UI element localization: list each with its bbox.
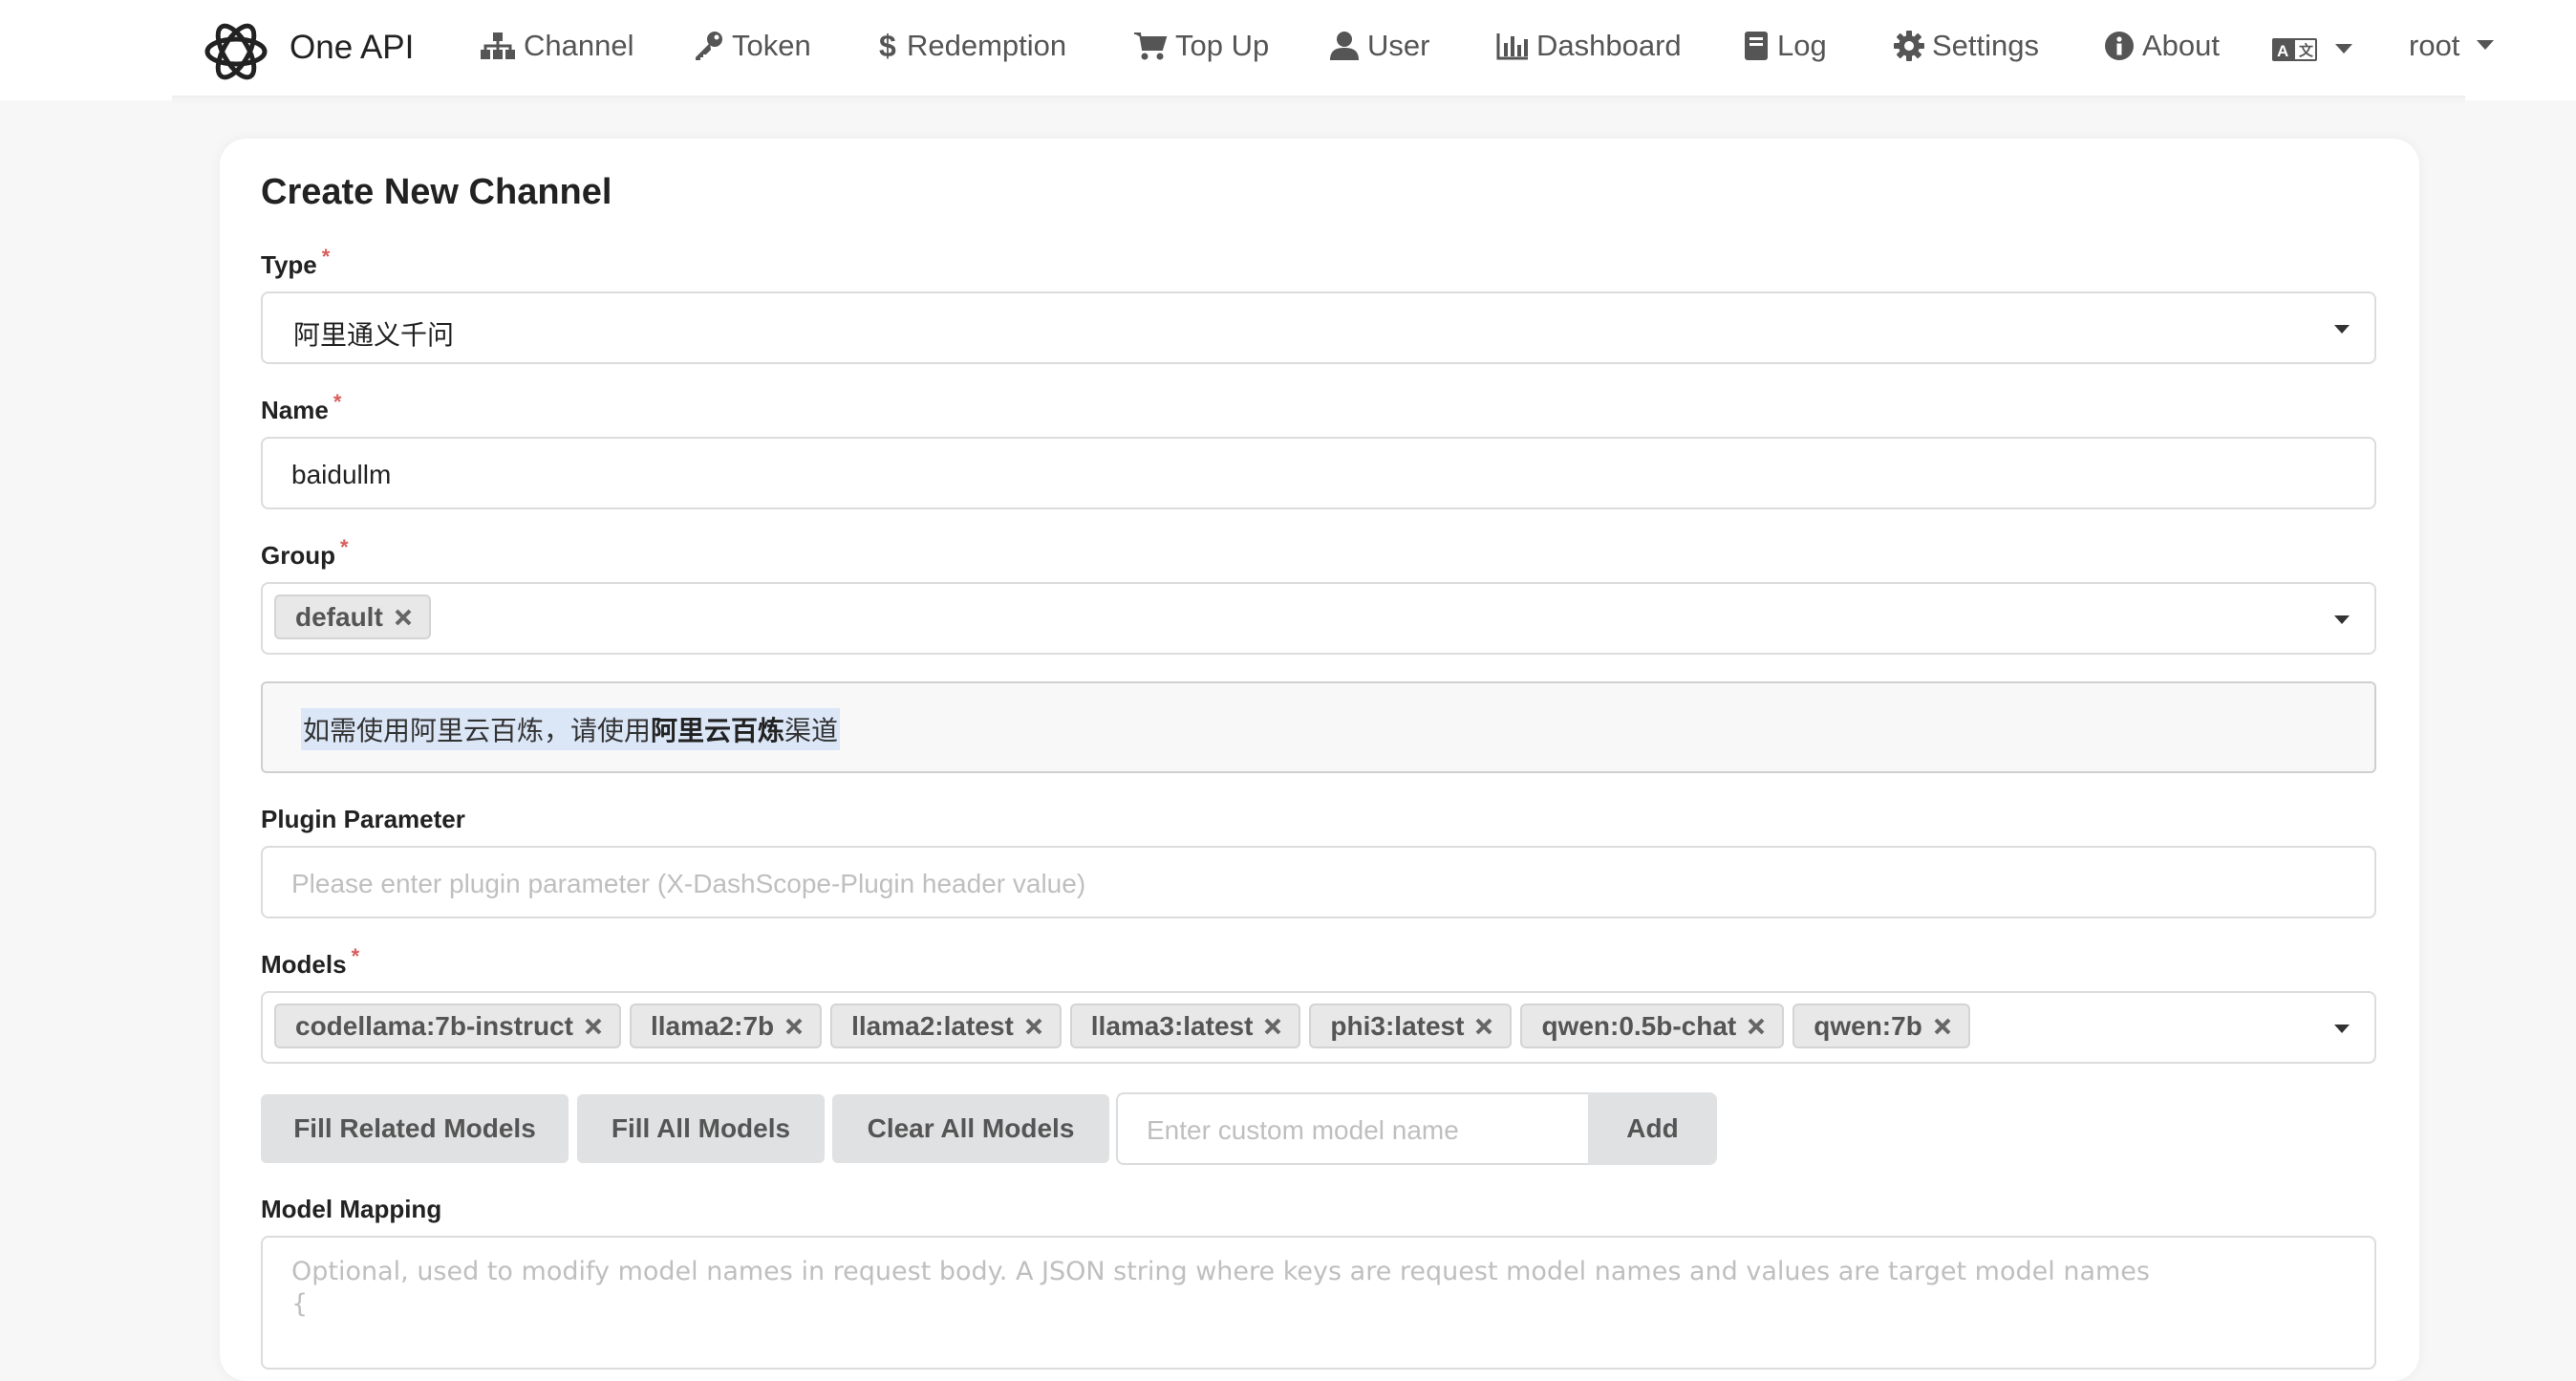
model-mapping-textarea[interactable]: Optional, used to modify model names in … xyxy=(261,1236,2376,1370)
model-chip[interactable]: llama2:7b xyxy=(629,1003,823,1048)
model-chip[interactable]: llama3:latest xyxy=(1069,1003,1301,1048)
chevron-down-icon xyxy=(2477,40,2495,50)
plugin-label: Plugin Parameter xyxy=(261,805,465,833)
svg-text:文: 文 xyxy=(2299,42,2314,59)
type-value: 阿里通义千问 xyxy=(293,320,455,350)
custom-model-placeholder: Enter custom model name xyxy=(1147,1115,1459,1145)
clear-all-models-button[interactable]: Clear All Models xyxy=(832,1094,1109,1163)
dollar-icon: $ xyxy=(879,30,896,62)
close-icon[interactable] xyxy=(1264,1018,1281,1035)
mapping-placeholder-line: Optional, used to modify model names in … xyxy=(291,1257,2150,1286)
name-value: baidullm xyxy=(291,460,392,489)
language-dropdown[interactable]: A 文 xyxy=(2272,36,2352,63)
fill-all-models-button[interactable]: Fill All Models xyxy=(577,1094,825,1163)
close-icon[interactable] xyxy=(785,1018,803,1035)
group-label: Group * xyxy=(261,535,349,570)
key-icon xyxy=(696,32,722,60)
nav-about[interactable]: About xyxy=(2104,29,2220,63)
model-mapping-label: Model Mapping xyxy=(261,1195,442,1223)
nav-label: Redemption xyxy=(907,29,1067,62)
models-select[interactable]: codellama:7b-instruct llama2:7b llama2:l… xyxy=(261,991,2376,1064)
model-chip[interactable]: qwen:7b xyxy=(1792,1003,1970,1048)
nav-label: Log xyxy=(1777,29,1827,62)
gear-icon xyxy=(1894,31,1924,61)
custom-model-input[interactable]: Enter custom model name xyxy=(1116,1092,1588,1165)
model-chip[interactable]: codellama:7b-instruct xyxy=(274,1003,621,1048)
fill-related-models-button[interactable]: Fill Related Models xyxy=(261,1094,569,1163)
sitemap-icon xyxy=(481,32,515,59)
info-icon xyxy=(2105,32,2134,60)
model-chip[interactable]: phi3:latest xyxy=(1309,1003,1513,1048)
nav-label: Settings xyxy=(1932,29,2040,62)
nav-settings[interactable]: Settings xyxy=(1894,29,2039,63)
bar-chart-icon xyxy=(1496,33,1528,60)
top-navbar: One API Channel Token $ Redemption Top U… xyxy=(0,0,2576,100)
nav-topup[interactable]: Top Up xyxy=(1133,29,1269,63)
nav-label: Dashboard xyxy=(1536,29,1682,62)
close-icon[interactable] xyxy=(1748,1018,1765,1035)
svg-text:A: A xyxy=(2277,42,2288,60)
name-label: Name * xyxy=(261,390,342,424)
model-chip[interactable]: llama2:latest xyxy=(830,1003,1062,1048)
nav-token[interactable]: Token xyxy=(692,29,811,63)
name-input[interactable]: baidullm xyxy=(261,437,2376,509)
brand-name[interactable]: One API xyxy=(290,29,414,67)
chevron-down-icon xyxy=(2334,615,2350,624)
notice-text: 如需使用阿里云百炼，请使用阿里云百炼渠道 xyxy=(301,708,841,750)
nav-channel[interactable]: Channel xyxy=(480,29,633,63)
user-menu[interactable]: root xyxy=(2409,29,2495,63)
nav-log[interactable]: Log xyxy=(1743,29,1827,63)
nav-dashboard[interactable]: Dashboard xyxy=(1496,29,1682,63)
page-title: Create New Channel xyxy=(261,172,612,212)
svg-text:$: $ xyxy=(879,30,896,62)
close-icon[interactable] xyxy=(1025,1018,1042,1035)
chevron-down-icon xyxy=(2335,44,2352,54)
close-icon[interactable] xyxy=(395,609,412,626)
info-notice: 如需使用阿里云百炼，请使用阿里云百炼渠道 xyxy=(261,681,2376,773)
user-name: root xyxy=(2409,29,2460,62)
group-chip[interactable]: default xyxy=(274,594,431,639)
book-icon xyxy=(1745,32,1768,60)
navbar-shadow xyxy=(172,96,2465,105)
type-select[interactable]: 阿里通义千问 xyxy=(261,291,2376,364)
nav-label: User xyxy=(1367,29,1430,62)
cart-icon xyxy=(1134,32,1168,60)
plugin-input[interactable]: Please enter plugin parameter (X-DashSco… xyxy=(261,846,2376,918)
nav-label: Channel xyxy=(524,29,634,62)
close-icon[interactable] xyxy=(1934,1018,1951,1035)
model-chip[interactable]: qwen:0.5b-chat xyxy=(1520,1003,1785,1048)
chevron-down-icon xyxy=(2334,1025,2350,1033)
type-label: Type * xyxy=(261,245,331,279)
nav-label: About xyxy=(2142,29,2221,62)
models-label: Models * xyxy=(261,944,360,979)
nav-label: Token xyxy=(732,29,811,62)
close-icon[interactable] xyxy=(1475,1018,1492,1035)
chevron-down-icon xyxy=(2334,325,2350,334)
group-select[interactable]: default xyxy=(261,582,2376,655)
mapping-placeholder-line: { xyxy=(291,1289,309,1319)
close-icon[interactable] xyxy=(585,1018,602,1035)
nav-redemption[interactable]: $ Redemption xyxy=(876,29,1066,63)
add-model-button[interactable]: Add xyxy=(1588,1092,1717,1165)
nav-user[interactable]: User xyxy=(1329,29,1429,63)
translate-icon: A 文 xyxy=(2272,38,2317,61)
nav-label: Top Up xyxy=(1175,29,1270,62)
plugin-placeholder: Please enter plugin parameter (X-DashSco… xyxy=(291,869,1086,898)
openai-logo-icon[interactable] xyxy=(201,16,271,87)
user-icon xyxy=(1330,32,1359,60)
